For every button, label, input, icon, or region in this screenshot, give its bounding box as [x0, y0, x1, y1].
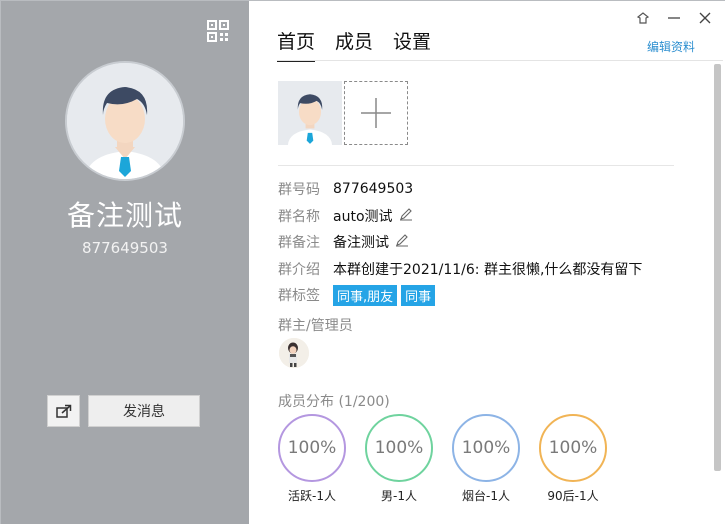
group-photo-thumbnail[interactable] [278, 81, 342, 145]
right-panel: 首页 成员 设置 编辑资料 群号码 877649503 群名称 auto测试 群… [249, 1, 725, 524]
info-label: 群备注 [278, 235, 320, 252]
send-message-button[interactable]: 发消息 [88, 395, 200, 427]
info-value: 备注测试 [333, 235, 389, 252]
info-value: 877649503 [333, 181, 414, 198]
group-photo-list [278, 81, 408, 145]
tab-members[interactable]: 成员 [335, 27, 373, 62]
location-stat-circle: 100% [452, 414, 520, 482]
group-tag[interactable]: 同事,朋友 [333, 284, 398, 306]
edit-name-pencil-icon[interactable] [399, 207, 413, 225]
group-info-list: 群号码 877649503 群名称 auto测试 群备注 备注测试 群介绍 本群… [278, 176, 642, 309]
member-distribution-chart: 100% 活跃-1人 100% 男-1人 100% 烟台-1人 100% 90后… [278, 414, 698, 514]
section-divider [278, 165, 674, 166]
age-stat-circle: 100% [539, 414, 607, 482]
skin-icon[interactable] [634, 9, 652, 27]
info-row-group-number: 群号码 877649503 [278, 176, 642, 203]
group-tag[interactable]: 同事 [401, 284, 436, 306]
tab-home[interactable]: 首页 [277, 27, 316, 62]
close-icon[interactable] [696, 9, 714, 27]
member-distribution-heading: 成员分布 (1/200) [278, 394, 390, 410]
gender-stat-circle: 100% [365, 414, 433, 482]
group-profile-window: 备注测试 877649503 发消息 首页 成员 设置 编辑资料 群号码 877… [0, 0, 725, 524]
active-stat-label: 活跃-1人 [288, 489, 336, 503]
tab-settings[interactable]: 设置 [393, 27, 431, 62]
group-name-title: 备注测试 [66, 199, 183, 232]
group-id-text: 877649503 [82, 239, 168, 257]
add-photo-button[interactable] [344, 81, 408, 145]
share-button[interactable] [47, 395, 80, 427]
qr-code-icon[interactable] [207, 20, 229, 42]
tab-bar: 首页 成员 设置 [277, 27, 431, 62]
info-label: 群标签 [278, 288, 320, 305]
group-avatar[interactable] [65, 61, 185, 181]
plus-icon [361, 98, 391, 128]
title-bar [626, 1, 725, 35]
gender-stat-label: 男-1人 [381, 489, 417, 503]
age-stat-label: 90后-1人 [547, 489, 599, 503]
info-value: auto测试 [333, 208, 393, 225]
admin-avatar[interactable] [279, 338, 309, 368]
minimize-icon[interactable] [665, 9, 683, 27]
info-row-group-remark: 群备注 备注测试 [278, 229, 642, 256]
share-icon [55, 404, 71, 418]
location-stat-label: 烟台-1人 [462, 489, 510, 503]
info-row-group-name: 群名称 auto测试 [278, 203, 642, 230]
info-label: 群名称 [278, 208, 320, 225]
active-stat-circle: 100% [278, 414, 346, 482]
edit-profile-link[interactable]: 编辑资料 [647, 38, 695, 55]
tab-divider [277, 60, 723, 61]
info-label: 群介绍 [278, 261, 320, 278]
scrollbar[interactable] [714, 64, 721, 471]
info-label: 群号码 [278, 182, 320, 199]
left-panel: 备注测试 877649503 发消息 [1, 1, 249, 524]
admins-heading: 群主/管理员 [278, 318, 353, 334]
info-row-group-intro: 群介绍 本群创建于2021/11/6: 群主很懒,什么都没有留下 [278, 256, 642, 283]
info-row-group-tags: 群标签 同事,朋友 同事 [278, 282, 642, 309]
edit-remark-pencil-icon[interactable] [395, 233, 409, 251]
info-value: 本群创建于2021/11/6: 群主很懒,什么都没有留下 [333, 261, 643, 278]
